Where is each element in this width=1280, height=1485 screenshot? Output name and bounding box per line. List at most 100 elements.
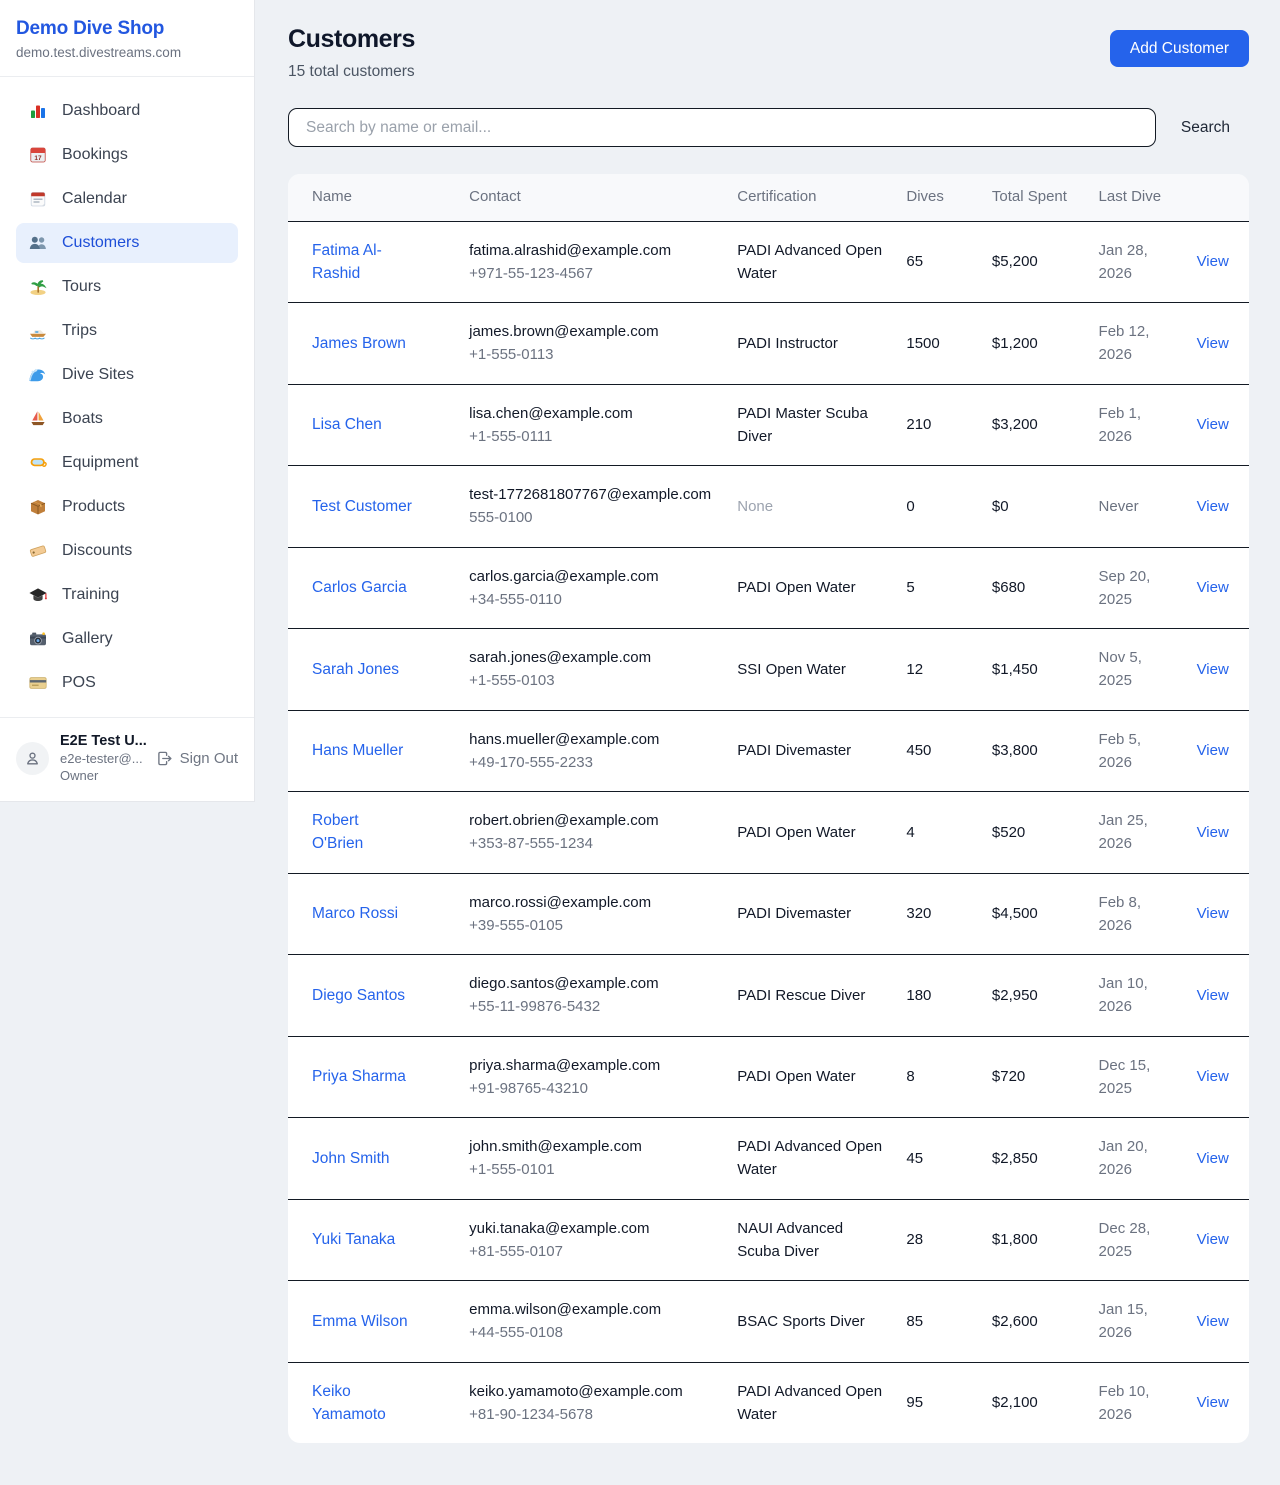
view-link[interactable]: View	[1197, 1150, 1229, 1167]
cell-name: Lisa Chen	[288, 384, 457, 466]
customer-phone: +1-555-0103	[469, 669, 713, 692]
cell-name: Marco Rossi	[288, 873, 457, 955]
cell-certification: PADI Rescue Diver	[725, 955, 894, 1037]
view-link[interactable]: View	[1197, 1231, 1229, 1248]
search-input[interactable]	[288, 108, 1156, 147]
customer-name-link[interactable]: Yuki Tanaka	[312, 1228, 395, 1251]
users-icon	[28, 233, 48, 253]
customer-name-link[interactable]: Robert O'Brien	[312, 809, 414, 856]
customer-email: john.smith@example.com	[469, 1135, 713, 1158]
svg-text:17: 17	[34, 155, 42, 162]
sidebar-item-bookings[interactable]: 17Bookings	[16, 135, 238, 175]
view-link[interactable]: View	[1197, 905, 1229, 922]
view-link[interactable]: View	[1197, 742, 1229, 759]
customer-phone: +1-555-0101	[469, 1158, 713, 1181]
package-icon	[28, 497, 48, 517]
cell-actions: View	[1185, 629, 1249, 711]
view-link[interactable]: View	[1197, 824, 1229, 841]
customer-name-link[interactable]: Hans Mueller	[312, 739, 403, 762]
table-header-row: NameContactCertificationDivesTotal Spent…	[288, 174, 1249, 221]
customer-name-link[interactable]: James Brown	[312, 332, 406, 355]
customer-name-link[interactable]: Test Customer	[312, 495, 412, 518]
cell-dives: 4	[894, 792, 980, 874]
customer-email: james.brown@example.com	[469, 320, 713, 343]
customer-email: keiko.yamamoto@example.com	[469, 1380, 713, 1403]
calendar-date-icon: 17	[28, 145, 48, 165]
cell-last-dive: Jan 20, 2026	[1087, 1118, 1185, 1200]
sign-out-button[interactable]: Sign Out	[156, 750, 238, 767]
sidebar-item-discounts[interactable]: Discounts	[16, 531, 238, 571]
sidebar-item-trips[interactable]: Trips	[16, 311, 238, 351]
user-role: Owner	[60, 768, 145, 783]
table-row: Sarah Jones sarah.jones@example.com+1-555…	[288, 629, 1249, 711]
cell-last-dive: Nov 5, 2025	[1087, 629, 1185, 711]
sign-out-icon	[156, 750, 173, 767]
cell-total-spent: $5,200	[980, 221, 1087, 303]
view-link[interactable]: View	[1197, 335, 1229, 352]
customer-name-link[interactable]: Sarah Jones	[312, 658, 399, 681]
customers-table-card: NameContactCertificationDivesTotal Spent…	[288, 174, 1249, 1443]
customer-name-link[interactable]: Priya Sharma	[312, 1065, 406, 1088]
sidebar-item-pos[interactable]: POS	[16, 663, 238, 703]
sidebar-item-boats[interactable]: Boats	[16, 399, 238, 439]
view-link[interactable]: View	[1197, 987, 1229, 1004]
add-customer-button[interactable]: Add Customer	[1110, 30, 1249, 67]
sign-out-label: Sign Out	[180, 750, 238, 767]
cell-actions: View	[1185, 1199, 1249, 1281]
sidebar-item-products[interactable]: Products	[16, 487, 238, 527]
customer-name-link[interactable]: Diego Santos	[312, 984, 405, 1007]
customer-name-link[interactable]: Lisa Chen	[312, 413, 382, 436]
cell-certification: PADI Master Scuba Diver	[725, 384, 894, 466]
view-link[interactable]: View	[1197, 253, 1229, 270]
column-header-certification: Certification	[725, 174, 894, 221]
customer-name-link[interactable]: John Smith	[312, 1147, 390, 1170]
view-link[interactable]: View	[1197, 1068, 1229, 1085]
column-header-last-dive: Last Dive	[1087, 174, 1185, 221]
cell-total-spent: $2,100	[980, 1362, 1087, 1443]
customer-email: diego.santos@example.com	[469, 972, 713, 995]
customer-name-link[interactable]: Carlos Garcia	[312, 576, 407, 599]
camera-icon	[28, 629, 48, 649]
sidebar-item-training[interactable]: Training	[16, 575, 238, 615]
cell-actions: View	[1185, 1118, 1249, 1200]
search-button[interactable]: Search	[1181, 119, 1230, 137]
cell-last-dive: Feb 5, 2026	[1087, 710, 1185, 792]
cell-last-dive: Feb 8, 2026	[1087, 873, 1185, 955]
cell-certification: PADI Instructor	[725, 303, 894, 385]
customer-email: carlos.garcia@example.com	[469, 565, 713, 588]
view-link[interactable]: View	[1197, 579, 1229, 596]
cell-dives: 95	[894, 1362, 980, 1443]
sidebar-item-customers[interactable]: Customers	[16, 223, 238, 263]
view-link[interactable]: View	[1197, 1394, 1229, 1411]
cell-dives: 45	[894, 1118, 980, 1200]
view-link[interactable]: View	[1197, 661, 1229, 678]
customer-name-link[interactable]: Emma Wilson	[312, 1310, 408, 1333]
sidebar-item-dashboard[interactable]: Dashboard	[16, 91, 238, 131]
sidebar-item-calendar[interactable]: Calendar	[16, 179, 238, 219]
cell-actions: View	[1185, 466, 1249, 548]
credit-card-icon	[28, 673, 48, 693]
cell-contact: john.smith@example.com+1-555-0101	[457, 1118, 725, 1200]
cell-total-spent: $1,200	[980, 303, 1087, 385]
cell-name: Diego Santos	[288, 955, 457, 1037]
sidebar-item-label: Training	[62, 586, 119, 604]
customer-name-link[interactable]: Marco Rossi	[312, 902, 398, 925]
sidebar-item-equipment[interactable]: Equipment	[16, 443, 238, 483]
customer-name-link[interactable]: Keiko Yamamoto	[312, 1380, 414, 1427]
cell-dives: 65	[894, 221, 980, 303]
sidebar-item-dive-sites[interactable]: Dive Sites	[16, 355, 238, 395]
cell-dives: 12	[894, 629, 980, 711]
customer-phone: +353-87-555-1234	[469, 832, 713, 855]
sidebar-item-tours[interactable]: Tours	[16, 267, 238, 307]
cell-contact: sarah.jones@example.com+1-555-0103	[457, 629, 725, 711]
cell-dives: 1500	[894, 303, 980, 385]
cell-contact: james.brown@example.com+1-555-0113	[457, 303, 725, 385]
cell-last-dive: Sep 20, 2025	[1087, 547, 1185, 629]
view-link[interactable]: View	[1197, 416, 1229, 433]
sidebar-item-label: Discounts	[62, 542, 132, 560]
customer-name-link[interactable]: Fatima Al-Rashid	[312, 239, 414, 286]
motorboat-icon	[28, 321, 48, 341]
view-link[interactable]: View	[1197, 498, 1229, 515]
sidebar-item-gallery[interactable]: Gallery	[16, 619, 238, 659]
view-link[interactable]: View	[1197, 1313, 1229, 1330]
